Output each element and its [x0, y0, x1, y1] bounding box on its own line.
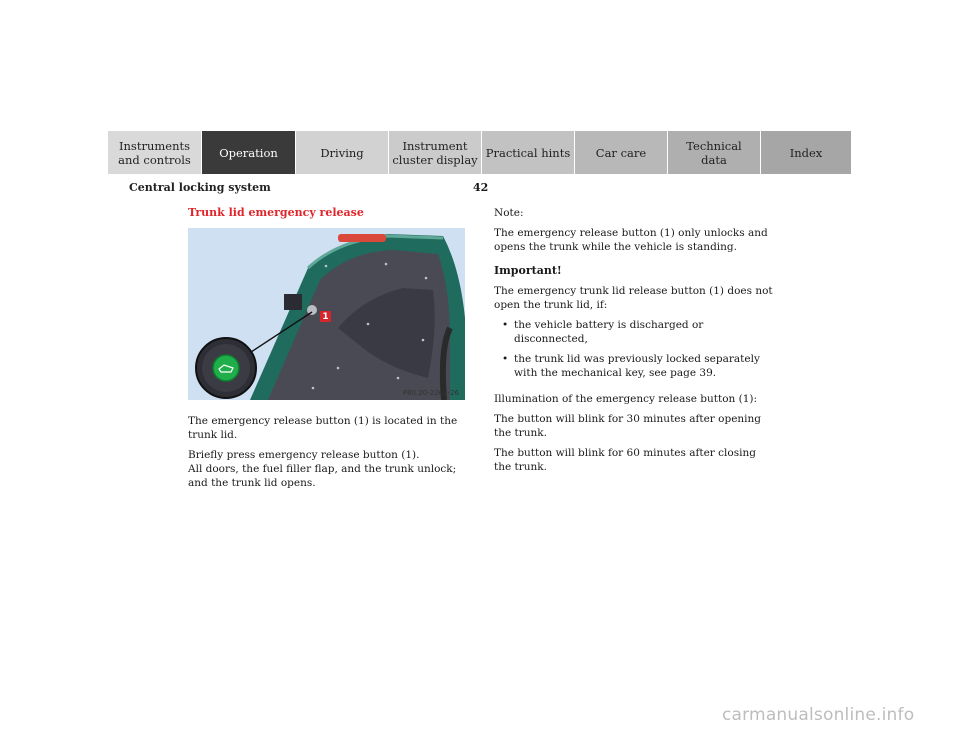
tab-instruments-and-controls[interactable]: Instruments and controls: [108, 131, 202, 174]
page-number: 42: [473, 181, 489, 194]
illumination-text-close: The button will blink for 60 minutes aft…: [494, 447, 756, 473]
bullet-icon: •: [502, 353, 509, 365]
instruction-text: Briefly press emergency release button (…: [188, 449, 420, 461]
section-title: Central locking system: [129, 181, 271, 194]
note-label: Note:: [494, 207, 524, 219]
bullet-icon: •: [502, 319, 509, 331]
watermark: carmanualsonline.info: [722, 705, 915, 725]
list-item: • the vehicle battery is discharged or d…: [494, 318, 774, 346]
tab-driving[interactable]: Driving: [296, 131, 389, 174]
figure-code: P80.20-2262-26: [402, 389, 459, 397]
page-heading: Trunk lid emergency release: [188, 206, 364, 219]
bullet-text: the trunk lid was previously locked sepa…: [514, 353, 760, 379]
trunk-lid-illustration: 1 P80.20-2262-26: [188, 228, 465, 400]
right-column: Note: The emergency release button (1) o…: [494, 206, 774, 480]
important-label: Important!: [494, 264, 562, 277]
section-nav: Instruments and controls Operation Drivi…: [108, 131, 851, 174]
tab-operation[interactable]: Operation: [202, 131, 296, 174]
left-column: The emergency release button (1) is loca…: [188, 414, 468, 496]
tab-index[interactable]: Index: [761, 131, 851, 174]
tab-practical-hints[interactable]: Practical hints: [482, 131, 575, 174]
location-text: The emergency release button (1) is loca…: [188, 415, 458, 441]
illumination-text-open: The button will blink for 30 minutes aft…: [494, 413, 762, 439]
bullet-text: the vehicle battery is discharged or dis…: [514, 319, 704, 345]
tab-car-care[interactable]: Car care: [575, 131, 668, 174]
callout-label: 1: [320, 311, 331, 322]
note-text: The emergency release button (1) only un…: [494, 227, 768, 253]
illumination-label: Illumination of the emergency release bu…: [494, 393, 758, 405]
tab-technical-data[interactable]: Technical data: [668, 131, 761, 174]
list-item: • the trunk lid was previously locked se…: [494, 352, 774, 380]
result-text: All doors, the fuel filler flap, and the…: [188, 463, 457, 489]
important-text: The emergency trunk lid release button (…: [494, 285, 773, 311]
tab-instrument-cluster-display[interactable]: Instrument cluster display: [389, 131, 482, 174]
